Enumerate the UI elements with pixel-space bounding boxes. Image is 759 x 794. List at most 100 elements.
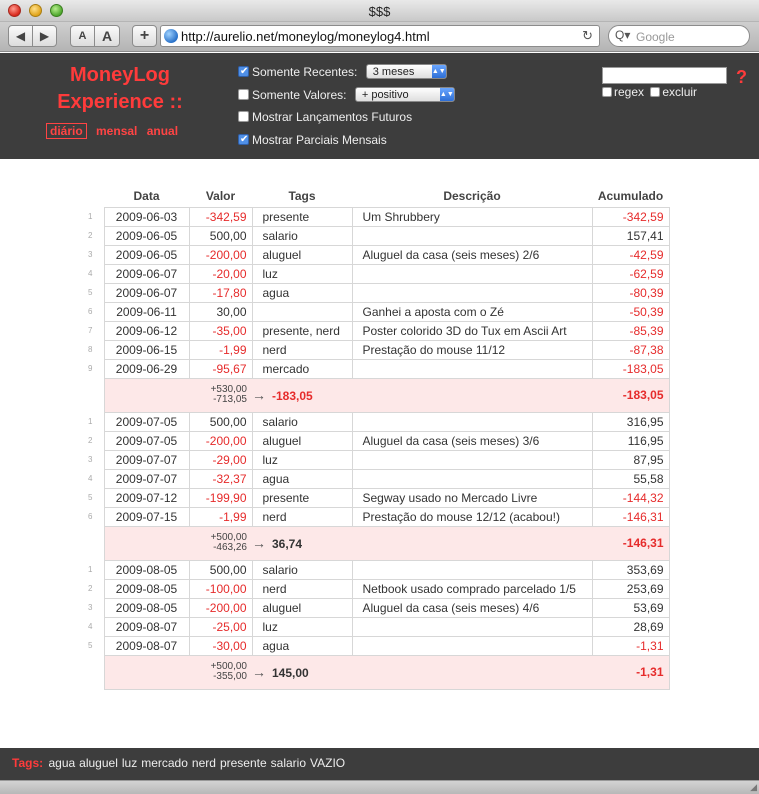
- accumulated-cell: 253,69: [591, 578, 670, 599]
- tag-link[interactable]: mercado: [141, 756, 188, 770]
- web-search-input[interactable]: Q▾ Google: [608, 25, 750, 47]
- increase-text-size-button[interactable]: A: [94, 25, 120, 47]
- filter-input[interactable]: [602, 67, 727, 84]
- add-bookmark-button[interactable]: +: [132, 25, 157, 47]
- table-row[interactable]: 4 2009-06-07 -20,00 luz -62,59: [84, 263, 670, 284]
- decrease-text-size-button[interactable]: A: [70, 25, 95, 47]
- table-row[interactable]: 1 2009-07-05 500,00 salario 316,95: [84, 411, 670, 432]
- table-row[interactable]: 3 2009-08-05 -200,00 aluguel Aluguel da casa…: [84, 597, 670, 618]
- table-row[interactable]: 5 2009-07-12 -199,90 presente Segway usado n…: [84, 487, 670, 508]
- value-cell: 500,00: [188, 225, 253, 246]
- row-number: 9: [88, 364, 93, 373]
- table-row[interactable]: 3 2009-06-05 -200,00 aluguel Aluguel da casa…: [84, 244, 670, 265]
- description-cell: [351, 225, 593, 246]
- reload-icon[interactable]: ↻: [582, 28, 593, 44]
- view-daily-link[interactable]: diário: [46, 123, 87, 139]
- table-row[interactable]: 6 2009-07-15 -1,99 nerd Prestação do mouse 1…: [84, 506, 670, 527]
- recent-period-select[interactable]: 3 meses ▲▼: [365, 64, 447, 79]
- table-row[interactable]: 1 2009-08-05 500,00 salario 353,69: [84, 559, 670, 580]
- accumulated-cell: -62,59: [591, 263, 670, 284]
- regex-checkbox[interactable]: [602, 87, 612, 97]
- values-checkbox[interactable]: [238, 89, 249, 100]
- column-header-description[interactable]: Descrição: [352, 186, 592, 207]
- description-cell: Netbook usado comprado parcelado 1/5: [351, 578, 593, 599]
- tag-link[interactable]: luz: [122, 756, 137, 770]
- tags-cell: salario: [251, 411, 353, 432]
- table-row[interactable]: 9 2009-06-29 -95,67 mercado -183,05: [84, 358, 670, 379]
- tags-cell: presente: [251, 487, 353, 508]
- accumulated-cell: -42,59: [591, 244, 670, 265]
- partials-label: Mostrar Parciais Mensais: [252, 133, 387, 147]
- value-cell: -200,00: [188, 244, 253, 265]
- summary-accumulated: -183,05: [592, 377, 670, 413]
- column-header-value[interactable]: Valor: [189, 186, 252, 207]
- table-row[interactable]: 8 2009-06-15 -1,99 nerd Prestação do mouse 1…: [84, 339, 670, 360]
- table-row[interactable]: 6 2009-06-11 30,00 Ganhei a aposta com o Zé…: [84, 301, 670, 322]
- tag-link[interactable]: presente: [220, 756, 267, 770]
- table-row[interactable]: 4 2009-08-07 -25,00 luz 28,69: [84, 616, 670, 637]
- table-row[interactable]: 4 2009-07-07 -32,37 agua 55,58: [84, 468, 670, 489]
- select-arrow-icon: ▲▼: [431, 65, 446, 78]
- column-header-accumulated[interactable]: Acumulado: [592, 186, 669, 207]
- values-filter-select[interactable]: + positivo ▲▼: [354, 87, 455, 102]
- tags-cell: agua: [251, 282, 353, 303]
- value-cell: -30,00: [188, 635, 253, 656]
- table-row[interactable]: 5 2009-06-07 -17,80 agua -80,39: [84, 282, 670, 303]
- search-icon[interactable]: Q▾: [615, 28, 630, 42]
- option-recent: Somente Recentes: 3 meses ▲▼: [238, 63, 447, 81]
- column-header-tags[interactable]: Tags: [252, 186, 352, 207]
- summary-total-cell: → 36,74: [252, 525, 592, 561]
- tag-link[interactable]: nerd: [192, 756, 216, 770]
- url-text[interactable]: http://aurelio.net/moneylog/moneylog4.ht…: [181, 29, 430, 44]
- resize-grip-icon[interactable]: ◢: [750, 782, 757, 793]
- partials-checkbox[interactable]: [238, 131, 249, 149]
- tag-link[interactable]: agua: [48, 756, 75, 770]
- accumulated-cell: 53,69: [591, 597, 670, 618]
- future-checkbox[interactable]: [238, 111, 249, 122]
- forward-button[interactable]: ▶: [32, 25, 57, 47]
- row-number: 6: [88, 512, 93, 521]
- row-number: 5: [88, 641, 93, 650]
- table-row[interactable]: 1 2009-06-03 -342,59 presente Um Shrubbery -3…: [84, 206, 670, 227]
- back-button[interactable]: ◀: [8, 25, 33, 47]
- column-header-date[interactable]: Data: [104, 186, 189, 207]
- table-row[interactable]: 5 2009-08-07 -30,00 agua -1,31: [84, 635, 670, 656]
- tag-link[interactable]: salario: [271, 756, 306, 770]
- row-number: 6: [88, 307, 93, 316]
- view-yearly-link[interactable]: anual: [147, 124, 178, 138]
- description-cell: Aluguel da casa (seis meses) 3/6: [351, 430, 593, 451]
- description-cell: Prestação do mouse 11/12: [351, 339, 593, 360]
- table-row[interactable]: 2 2009-08-05 -100,00 nerd Netbook usado comp…: [84, 578, 670, 599]
- tag-link[interactable]: aluguel: [79, 756, 118, 770]
- table-row[interactable]: 2 2009-07-05 -200,00 aluguel Aluguel da casa…: [84, 430, 670, 451]
- exclude-checkbox[interactable]: [650, 87, 661, 97]
- arrow-right-icon: →: [252, 535, 266, 551]
- values-filter-value: + positivo: [361, 89, 409, 101]
- tags-cell: presente: [251, 206, 353, 227]
- description-cell: Ganhei a aposta com o Zé: [351, 301, 593, 322]
- tag-link[interactable]: VAZIO: [310, 756, 345, 770]
- table-row[interactable]: 7 2009-06-12 -35,00 presente, nerd Poster co…: [84, 320, 670, 341]
- row-number: 2: [88, 436, 93, 445]
- help-icon[interactable]: ?: [736, 67, 747, 88]
- tags-cell: agua: [251, 468, 353, 489]
- address-bar[interactable]: http://aurelio.net/moneylog/moneylog4.ht…: [160, 25, 600, 47]
- value-cell: -35,00: [188, 320, 253, 341]
- summary-total-cell: → -183,05: [252, 377, 592, 413]
- status-bar: ◢: [0, 780, 759, 794]
- tags-cell: luz: [251, 616, 353, 637]
- table-row[interactable]: 2 2009-06-05 500,00 salario 157,41: [84, 225, 670, 246]
- accumulated-cell: -85,39: [591, 320, 670, 341]
- recent-checkbox[interactable]: [238, 63, 249, 81]
- value-cell: -342,59: [188, 206, 253, 227]
- row-number: 2: [88, 584, 93, 593]
- table-row[interactable]: 3 2009-07-07 -29,00 luz 87,95: [84, 449, 670, 470]
- description-cell: Aluguel da casa (seis meses) 4/6: [351, 597, 593, 618]
- description-cell: [351, 616, 593, 637]
- tags-cell: agua: [251, 635, 353, 656]
- date-cell: 2009-06-11: [103, 301, 190, 322]
- view-monthly-link[interactable]: mensal: [96, 124, 137, 138]
- arrow-right-icon: →: [252, 664, 266, 680]
- accumulated-cell: -80,39: [591, 282, 670, 303]
- date-cell: 2009-07-07: [103, 468, 190, 489]
